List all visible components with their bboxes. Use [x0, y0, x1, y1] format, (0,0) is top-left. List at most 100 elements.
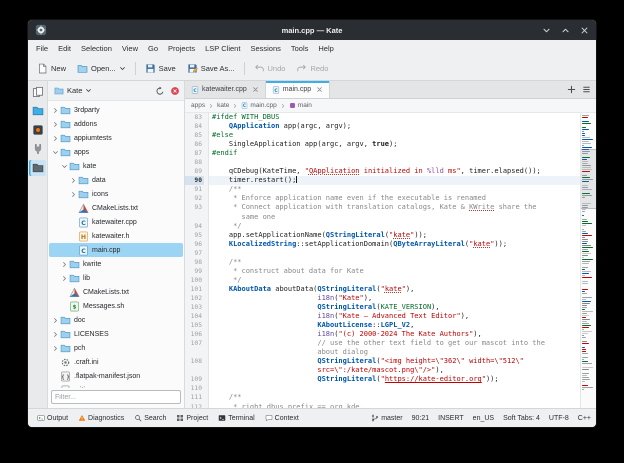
code-line-91[interactable]: 91 /**: [185, 185, 580, 195]
statusbar-soft-tabs-4-item[interactable]: Soft Tabs: 4: [503, 415, 540, 422]
tree-item-messages-sh[interactable]: $ Messages.sh: [49, 299, 183, 313]
toolview-projects-button[interactable]: [29, 160, 46, 176]
code-line-87[interactable]: 87 #endif: [185, 149, 580, 159]
tree-item-cmakelists-txt[interactable]: CMakeLists.txt: [49, 201, 183, 215]
statusbar-search-button[interactable]: Search: [130, 413, 170, 423]
menu-lsp-client[interactable]: LSP Client: [200, 40, 245, 57]
code-line-94[interactable]: 94 */: [185, 221, 580, 231]
close-button[interactable]: [580, 26, 589, 35]
tab-list-button[interactable]: [581, 84, 592, 95]
breadcrumb-main[interactable]: main: [289, 102, 312, 109]
menu-help[interactable]: Help: [313, 40, 338, 57]
toolview-plugins-button[interactable]: [29, 141, 46, 157]
open-button[interactable]: Open...: [72, 61, 131, 76]
code-line-109[interactable]: 109 QStringLiteral("https://kate-editor.…: [185, 375, 580, 385]
tree-item-icons[interactable]: icons: [49, 187, 183, 201]
code-line-108[interactable]: 108 QStringLiteral("<img height=\"362\" …: [185, 357, 580, 367]
menu-selection[interactable]: Selection: [76, 40, 117, 57]
menu-sessions[interactable]: Sessions: [245, 40, 285, 57]
menu-projects[interactable]: Projects: [163, 40, 200, 57]
code-line-107[interactable]: 107 // use the other text field to get o…: [185, 339, 580, 349]
titlebar[interactable]: main.cpp — Kate: [28, 20, 596, 40]
code-area[interactable]: 83 #ifdef WITH_DBUS 84 QApplication app(ar…: [185, 113, 580, 408]
toolview-external-tools-button[interactable]: [29, 122, 46, 138]
code-line-93[interactable]: 93 * Connect application with translatio…: [185, 203, 580, 213]
tree-item-main-cpp[interactable]: Cmain.cpp: [49, 243, 183, 257]
undo-button[interactable]: Undo: [249, 61, 291, 76]
tab-close-icon[interactable]: [252, 86, 259, 93]
minimap-slider[interactable]: [581, 149, 596, 209]
code-line-103[interactable]: 103 QStringLiteral(KATE_VERSION),: [185, 302, 580, 313]
toolview-documents-button[interactable]: [29, 84, 46, 100]
minimap-scrollbar[interactable]: [580, 113, 596, 408]
tree-item-katewaiter-cpp[interactable]: Ckatewaiter.cpp: [49, 215, 183, 229]
menu-tools[interactable]: Tools: [286, 40, 314, 57]
code-line-wrap[interactable]: src=\":/kate/mascot.png\"/>"),: [185, 366, 580, 376]
statusbar-diagnostics-button[interactable]: Diagnostics: [74, 413, 128, 423]
tree-item-3rdparty[interactable]: 3rdparty: [49, 103, 183, 117]
code-line-105[interactable]: 105 KAboutLicense::LGPL_V2,: [185, 321, 580, 331]
code-line-100[interactable]: 100 */: [185, 275, 580, 285]
new-button[interactable]: New: [32, 61, 71, 76]
tree-item-kwrite[interactable]: kwrite: [49, 257, 183, 271]
statusbar-output-button[interactable]: Output: [33, 413, 72, 423]
code-line-89[interactable]: 89 qCDebug(KateTime, "QApplication initi…: [185, 167, 580, 177]
text-editor[interactable]: 83 #ifdef WITH_DBUS 84 QApplication app(ar…: [185, 113, 596, 408]
code-line-96[interactable]: 96 KLocalizedString::setApplicationDomai…: [185, 239, 580, 249]
code-line-106[interactable]: 106 i18n("(c) 2000-2024 The Kate Authors…: [185, 330, 580, 340]
breadcrumb-main-cpp[interactable]: Cmain.cpp: [241, 102, 277, 109]
code-line-85[interactable]: 85 #else: [185, 131, 580, 141]
code-line-98[interactable]: 98 /**: [185, 257, 580, 267]
breadcrumb-kate[interactable]: kate: [217, 102, 229, 109]
redo-button[interactable]: Redo: [291, 61, 333, 76]
minimize-button[interactable]: [542, 26, 551, 35]
breadcrumb-apps[interactable]: apps: [191, 102, 205, 109]
code-line-104[interactable]: 104 i18n("Kate – Advanced Text Editor"),: [185, 312, 580, 322]
tab-katewaiter-cpp[interactable]: Ckatewaiter.cpp: [185, 81, 266, 98]
tree-item-data[interactable]: data: [49, 173, 183, 187]
code-line-92[interactable]: 92 * Enforce application name even if th…: [185, 194, 580, 204]
tree-item-licenses[interactable]: LICENSES: [49, 327, 183, 341]
save-as-button[interactable]: Save As...: [182, 61, 240, 76]
close-project-button[interactable]: [168, 84, 181, 97]
maximize-button[interactable]: [561, 26, 570, 35]
tree-item-kate[interactable]: kate: [49, 159, 183, 173]
tree-item-appiumtests[interactable]: appiumtests: [49, 131, 183, 145]
tree-item-addons[interactable]: addons: [49, 117, 183, 131]
code-line-102[interactable]: 102 i18n("Kate"),: [185, 293, 580, 303]
tree-item-craft-ini[interactable]: .craft.ini: [49, 355, 183, 369]
statusbar-en-us-item[interactable]: en_US: [473, 415, 494, 422]
new-tab-button[interactable]: [566, 84, 577, 95]
tree-item-flatpak-manifest-json[interactable]: { } .flatpak-manifest.json: [49, 369, 183, 383]
statusbar-terminal-button[interactable]: Terminal: [214, 413, 258, 423]
tree-item-katewaiter-h[interactable]: Hkatewaiter.h: [49, 229, 183, 243]
menu-view[interactable]: View: [117, 40, 143, 57]
code-line-wrap[interactable]: about dialog: [185, 348, 580, 358]
code-line-83[interactable]: 83 #ifdef WITH_DBUS: [185, 113, 580, 123]
code-line-95[interactable]: 95 app.setApplicationName(QStringLiteral…: [185, 230, 580, 240]
tree-item-lib[interactable]: lib: [49, 271, 183, 285]
filter-input[interactable]: [51, 390, 181, 404]
statusbar-project-button[interactable]: Project: [172, 413, 212, 423]
menu-go[interactable]: Go: [143, 40, 163, 57]
tab-close-icon[interactable]: [316, 86, 323, 93]
statusbar-master-item[interactable]: master: [371, 414, 403, 422]
code-line-101[interactable]: 101 KAboutData aboutData(QStringLiteral(…: [185, 284, 580, 294]
code-line-wrap[interactable]: same one: [185, 212, 580, 222]
statusbar-90-21-item[interactable]: 90:21: [412, 415, 430, 422]
code-line-90[interactable]: 90 timer.restart();: [185, 176, 580, 186]
code-line-110[interactable]: 110: [185, 384, 580, 394]
save-button[interactable]: Save: [140, 61, 181, 76]
code-line-99[interactable]: 99 * construct about data for Kate: [185, 266, 580, 276]
code-line-84[interactable]: 84 QApplication app(argc, argv);: [185, 122, 580, 132]
tree-item-gitignore[interactable]: .gitignore: [49, 383, 183, 388]
tab-main-cpp[interactable]: Cmain.cpp: [265, 81, 331, 98]
code-line-86[interactable]: 86 SingleApplication app(argc, argv, tru…: [185, 140, 580, 150]
statusbar-c-item[interactable]: C++: [578, 415, 591, 422]
code-line-97[interactable]: 97: [185, 248, 580, 258]
code-line-88[interactable]: 88: [185, 158, 580, 168]
menu-edit[interactable]: Edit: [53, 40, 76, 57]
tree-item-cmakelists-txt[interactable]: CMakeLists.txt: [49, 285, 183, 299]
reload-project-button[interactable]: [153, 84, 166, 97]
project-selector[interactable]: Kate: [51, 85, 95, 97]
